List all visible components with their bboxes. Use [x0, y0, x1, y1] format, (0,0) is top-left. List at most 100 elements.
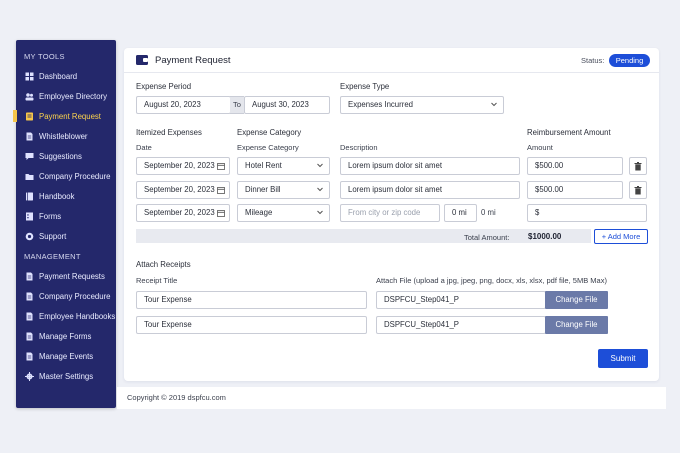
amount-column-label: Amount	[527, 143, 553, 152]
expense-category-select[interactable]: Mileage	[237, 204, 330, 222]
sidebar-heading-management: MANAGEMENT	[24, 252, 81, 261]
status-label: Status:	[581, 56, 605, 65]
amount-input[interactable]: $	[527, 204, 647, 222]
sidebar-item-label: Handbook	[39, 191, 75, 201]
document-icon	[25, 272, 34, 281]
expense-date-input[interactable]: September 20, 2023	[136, 157, 230, 175]
sidebar-item-whistleblower[interactable]: Whistleblower	[16, 126, 116, 146]
receipt-icon	[25, 112, 34, 121]
sidebar-item-label: Company Procedure	[39, 291, 111, 301]
dashboard-icon	[25, 72, 34, 81]
chevron-down-icon	[317, 210, 323, 215]
total-value: $1000.00	[528, 232, 562, 241]
add-more-button[interactable]: + Add More	[594, 229, 648, 244]
delete-row-button[interactable]	[629, 181, 647, 199]
footer: Copyright © 2019 dspfcu.com	[117, 387, 666, 409]
document-icon	[25, 132, 34, 141]
folder-icon	[25, 172, 34, 181]
sidebar-item-label: Whistleblower	[39, 131, 88, 141]
amount-input[interactable]: $500.00	[527, 157, 623, 175]
mileage-location-input[interactable]: From city or zip code	[340, 204, 440, 222]
description-input[interactable]: Lorem ipsum dolor sit amet	[340, 157, 520, 175]
sidebar-item-manage-forms[interactable]: Manage Forms	[16, 326, 116, 346]
expense-type-select[interactable]: Expenses Incurred	[340, 96, 504, 114]
card-header: Payment Request Status: Pending	[124, 48, 659, 73]
receipt-title-input[interactable]: Tour Expense	[136, 291, 367, 309]
submit-button[interactable]: Submit	[598, 349, 648, 368]
sidebar-management-list: Payment Requests Company Procedure Employe…	[16, 266, 116, 386]
description-column-label: Description	[340, 143, 378, 152]
attached-file-field: DSPFCU_Step041_P	[376, 291, 546, 309]
period-from-input[interactable]: August 20, 2023	[136, 96, 231, 114]
attach-file-label: Attach File (upload a jpg, jpeg, png, do…	[376, 276, 607, 285]
sidebar-item-master-settings[interactable]: Master Settings	[16, 366, 116, 386]
receipt-title-input[interactable]: Tour Expense	[136, 316, 367, 334]
miles-input[interactable]: 0 mi	[444, 204, 477, 222]
change-file-button[interactable]: Change File	[545, 291, 608, 309]
sidebar-item-support[interactable]: Support	[16, 226, 116, 246]
expense-date-value: September 20, 2023	[144, 185, 215, 194]
sidebar-item-label: Payment Request	[39, 111, 101, 121]
payment-request-card: Payment Request Status: Pending Expense …	[124, 48, 659, 381]
sidebar-item-employee-handbooks[interactable]: Employee Handbooks	[16, 306, 116, 326]
attached-file-field: DSPFCU_Step041_P	[376, 316, 546, 334]
sidebar-item-suggestions[interactable]: Suggestions	[16, 146, 116, 166]
total-bar	[136, 229, 591, 243]
expense-date-input[interactable]: September 20, 2023	[136, 204, 230, 222]
chevron-down-icon	[491, 102, 497, 107]
delete-row-button[interactable]	[629, 157, 647, 175]
sidebar-item-handbook[interactable]: Handbook	[16, 186, 116, 206]
status-badge: Pending	[609, 54, 650, 67]
sidebar-item-label: Master Settings	[39, 371, 94, 381]
document-icon	[25, 332, 34, 341]
change-file-button[interactable]: Change File	[545, 316, 608, 334]
sidebar-item-dashboard[interactable]: Dashboard	[16, 66, 116, 86]
expense-category-select[interactable]: Dinner Bill	[237, 181, 330, 199]
sidebar-item-employee-directory[interactable]: Employee Directory	[16, 86, 116, 106]
calendar-icon	[217, 210, 225, 217]
wallet-icon	[136, 55, 148, 65]
sidebar-item-label: Payment Requests	[39, 271, 105, 281]
sidebar-item-payment-request[interactable]: Payment Request	[13, 106, 116, 126]
sidebar-item-label: Employee Handbooks	[39, 311, 116, 321]
chat-icon	[25, 152, 34, 161]
itemized-heading: Itemized Expenses	[136, 128, 202, 137]
miles-readout: 0 mi	[481, 208, 496, 217]
chevron-down-icon	[317, 163, 323, 168]
sidebar-item-company-procedure[interactable]: Company Procedure	[16, 286, 116, 306]
document-icon	[25, 352, 34, 361]
sidebar-item-manage-events[interactable]: Manage Events	[16, 346, 116, 366]
sidebar-item-payment-requests[interactable]: Payment Requests	[16, 266, 116, 286]
expense-period-label: Expense Period	[136, 82, 192, 91]
expense-category-select[interactable]: Hotel Rent	[237, 157, 330, 175]
expense-date-value: September 20, 2023	[144, 161, 215, 170]
expense-date-value: September 20, 2023	[144, 208, 215, 217]
expense-category-value: Hotel Rent	[245, 161, 282, 170]
sidebar-item-label: Dashboard	[39, 71, 78, 81]
sidebar-heading-my-tools: MY TOOLS	[24, 52, 65, 61]
calendar-icon	[217, 187, 225, 194]
period-to-input[interactable]: August 30, 2023	[244, 96, 330, 114]
sidebar-item-company-procedure[interactable]: Company Procedure	[16, 166, 116, 186]
document-icon	[25, 292, 34, 301]
sidebar-item-label: Support	[39, 231, 67, 241]
expense-date-input[interactable]: September 20, 2023	[136, 181, 230, 199]
receipt-title-label: Receipt Title	[136, 276, 178, 285]
form-icon	[25, 212, 34, 221]
sidebar-item-forms[interactable]: Forms	[16, 206, 116, 226]
expense-category-value: Dinner Bill	[245, 185, 281, 194]
expense-category-value: Mileage	[245, 208, 273, 217]
expense-type-value: Expenses Incurred	[348, 100, 414, 109]
document-icon	[25, 312, 34, 321]
description-input[interactable]: Lorem ipsum dolor sit amet	[340, 181, 520, 199]
sidebar-item-label: Manage Forms	[39, 331, 92, 341]
amount-input[interactable]: $500.00	[527, 181, 623, 199]
total-label: Total Amount:	[464, 233, 510, 242]
category-column-label: Expense Category	[237, 143, 299, 152]
attach-receipts-heading: Attach Receipts	[136, 260, 191, 269]
chevron-down-icon	[317, 187, 323, 192]
sidebar-item-label: Company Procedure	[39, 171, 111, 181]
sidebar-item-label: Employee Directory	[39, 91, 108, 101]
people-icon	[25, 92, 34, 101]
support-icon	[25, 232, 34, 241]
